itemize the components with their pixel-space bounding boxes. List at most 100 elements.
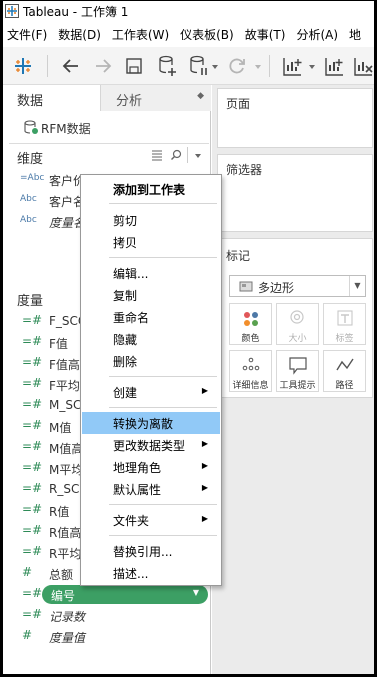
new-datasource-icon[interactable] xyxy=(158,54,178,78)
path-label: 路径 xyxy=(335,381,354,391)
tab-scroll-icon[interactable]: ◆ xyxy=(197,91,204,101)
mark-type-select[interactable]: 多边形 ▼ xyxy=(229,275,366,297)
polygon-mark-icon xyxy=(239,281,253,292)
datasource-item[interactable]: RFM数据 xyxy=(3,115,211,139)
measure-field[interactable]: # 度量值 xyxy=(3,626,211,647)
number-calc-icon: =# xyxy=(22,544,43,558)
back-icon[interactable] xyxy=(61,56,81,76)
number-icon: # xyxy=(22,565,33,579)
clear-sheet-icon[interactable] xyxy=(353,55,375,77)
menu-item-delete[interactable]: 删除 xyxy=(82,350,220,372)
refresh-icon[interactable] xyxy=(227,56,247,76)
pill-dropdown-icon[interactable]: ▼ xyxy=(193,588,199,597)
menu-item-label: 创建 xyxy=(113,386,138,400)
detail-label: 详细信息 xyxy=(232,381,269,391)
datasource-icon xyxy=(24,120,38,134)
save-icon[interactable] xyxy=(125,57,143,75)
menu-item-label: 默认属性 xyxy=(113,483,162,497)
menu-analysis[interactable]: 分析(A) xyxy=(292,26,345,43)
tab-data[interactable]: 数据 xyxy=(3,85,100,111)
search-icon[interactable] xyxy=(170,149,182,161)
menu-item-change-data-type[interactable]: 更改数据类型 ▶ xyxy=(82,434,220,456)
pages-shelf[interactable]: 页面 xyxy=(217,88,373,148)
number-calc-icon: =# xyxy=(22,376,43,390)
tab-analysis[interactable]: 分析 ◆ xyxy=(100,85,211,111)
menu-item-hide[interactable]: 隐藏 xyxy=(82,328,220,350)
worksheet-dropdown-icon[interactable] xyxy=(308,63,316,71)
menu-file[interactable]: 文件(F) xyxy=(3,26,54,43)
forward-icon[interactable] xyxy=(93,56,113,76)
menu-item-copy[interactable]: 拷贝 xyxy=(82,231,220,253)
new-worksheet-icon[interactable] xyxy=(282,55,304,77)
tooltip-icon xyxy=(289,357,307,375)
selected-field-pill[interactable]: 编号 ▼ xyxy=(42,585,208,604)
tab-analysis-label: 分析 xyxy=(116,94,143,109)
number-calc-icon: =# xyxy=(22,313,43,327)
menu-bar: 文件(F) 数据(D) 工作表(W) 仪表板(B) 故事(T) 分析(A) 地 xyxy=(3,22,374,46)
menu-item-replace-references[interactable]: 替换引用... xyxy=(82,540,220,562)
number-calc-icon: =# xyxy=(22,586,43,600)
path-button[interactable]: 路径 xyxy=(323,350,366,392)
menu-map[interactable]: 地 xyxy=(345,26,368,43)
menu-item-create[interactable]: 创建 ▶ xyxy=(82,381,220,403)
size-icon xyxy=(290,310,304,324)
window-title: Tableau - 工作簿 1 xyxy=(23,4,129,19)
number-calc-icon: =# xyxy=(22,607,43,621)
menu-item-geographic-role[interactable]: 地理角色 ▶ xyxy=(82,456,220,478)
menu-item-add-to-sheet[interactable]: 添加到工作表 xyxy=(82,178,220,200)
view-list-icon[interactable] xyxy=(151,149,163,161)
number-calc-icon: =# xyxy=(22,418,43,432)
filters-shelf[interactable]: 筛选器 xyxy=(217,154,373,232)
tableau-app-icon xyxy=(5,4,19,18)
filters-title: 筛选器 xyxy=(226,163,263,177)
label-button[interactable]: 标签 xyxy=(323,303,366,345)
field-name: 度量值 xyxy=(49,631,86,645)
menu-item-edit[interactable]: 编辑... xyxy=(82,262,220,284)
field-name: 编号 xyxy=(51,589,76,603)
string-icon: Abc xyxy=(20,215,37,225)
number-calc-icon: =# xyxy=(22,481,43,495)
menu-dashboard[interactable]: 仪表板(B) xyxy=(176,26,241,43)
mark-type-label: 多边形 xyxy=(258,281,295,295)
color-label: 颜色 xyxy=(241,334,260,344)
context-menu: 添加到工作表 剪切 拷贝 编辑... 复制 重命名 隐藏 删除 创建 ▶ 转换为… xyxy=(80,174,222,586)
refresh-dropdown-icon[interactable] xyxy=(254,63,262,71)
duplicate-sheet-icon[interactable] xyxy=(324,55,346,77)
color-button[interactable]: 颜色 xyxy=(229,303,272,345)
pause-dropdown-icon[interactable] xyxy=(211,63,219,71)
dimensions-header: 维度 xyxy=(17,152,44,167)
menu-item-default-properties[interactable]: 默认属性 ▶ xyxy=(82,478,220,500)
menu-item-convert-to-discrete[interactable]: 转换为离散 xyxy=(82,412,220,434)
menu-separator xyxy=(109,535,217,536)
toolbar xyxy=(3,47,374,85)
chevron-down-icon[interactable]: ▼ xyxy=(349,276,365,296)
toolbar-divider xyxy=(269,55,270,77)
menu-item-describe[interactable]: 描述... xyxy=(82,562,220,584)
number-calc-icon: =# xyxy=(22,355,43,369)
color-icon xyxy=(244,312,258,326)
menu-dropdown-icon[interactable] xyxy=(194,152,202,160)
size-button[interactable]: 大小 xyxy=(276,303,319,345)
number-calc-icon: =# xyxy=(22,439,43,453)
menu-story[interactable]: 故事(T) xyxy=(241,26,293,43)
menu-item-duplicate[interactable]: 复制 xyxy=(82,284,220,306)
menu-item-folder[interactable]: 文件夹 ▶ xyxy=(82,509,220,531)
menu-item-rename[interactable]: 重命名 xyxy=(82,306,220,328)
submenu-arrow-icon: ▶ xyxy=(201,483,208,492)
pause-update-icon[interactable] xyxy=(189,54,211,78)
menu-data[interactable]: 数据(D) xyxy=(54,26,108,43)
submenu-arrow-icon: ▶ xyxy=(201,461,208,470)
text-label-icon xyxy=(337,310,353,326)
tableau-logo-icon[interactable] xyxy=(13,56,33,76)
tooltip-button[interactable]: 工具提示 xyxy=(276,350,319,392)
measure-field[interactable]: =# 记录数 xyxy=(3,605,211,626)
pane-tabs: 数据 分析 ◆ xyxy=(3,85,211,111)
detail-button[interactable]: 详细信息 xyxy=(229,350,272,392)
toolbar-divider xyxy=(47,55,48,77)
datasource-name: RFM数据 xyxy=(41,122,91,136)
field-name: 总额 xyxy=(49,568,74,582)
menu-item-cut[interactable]: 剪切 xyxy=(82,209,220,231)
menu-worksheet[interactable]: 工作表(W) xyxy=(108,26,176,43)
title-bar: Tableau - 工作簿 1 xyxy=(3,1,374,21)
marks-title: 标记 xyxy=(226,249,251,263)
